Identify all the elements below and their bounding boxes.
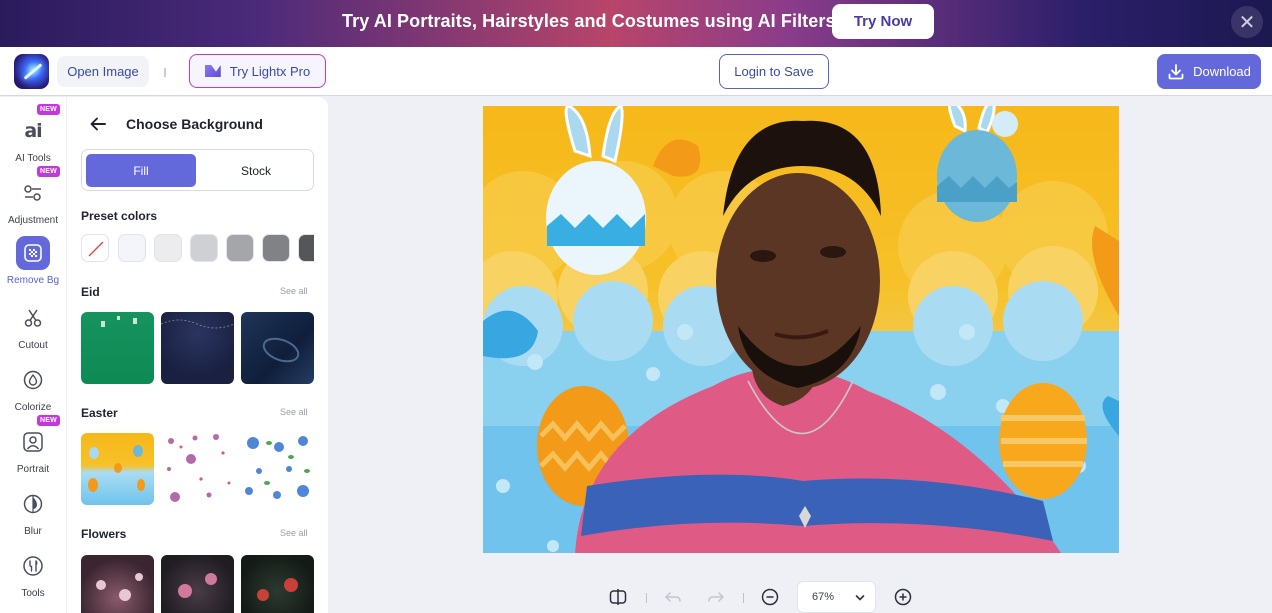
bottom-controls: 67%: [0, 575, 1272, 613]
compare-icon[interactable]: [609, 588, 627, 606]
ai-icon: ai NEW: [16, 104, 60, 148]
tab-fill[interactable]: Fill: [86, 154, 196, 187]
banner-text: Try AI Portraits, Hairstyles and Costume…: [342, 11, 836, 31]
section-title-flowers: Flowers: [81, 527, 127, 541]
scissors-icon: [16, 301, 50, 335]
tool-rail: ai NEW AI Tools NEW Adjustment Remove Bg…: [0, 97, 66, 613]
image-canvas[interactable]: [483, 106, 1119, 553]
rail-label: Cutout: [18, 340, 48, 351]
panel-title: Choose Background: [126, 116, 263, 132]
see-all-eid-link[interactable]: See all: [280, 286, 308, 296]
new-badge: NEW: [37, 166, 60, 177]
background-panel: Choose Background Fill Stock Preset colo…: [67, 97, 328, 613]
promo-banner: Try AI Portraits, Hairstyles and Costume…: [0, 0, 1272, 47]
portrait-icon: NEW: [16, 415, 60, 459]
rail-item-cutout[interactable]: Cutout: [0, 301, 66, 359]
rail-item-portrait[interactable]: NEW Portrait: [0, 415, 66, 483]
eid-thumbnail[interactable]: [81, 312, 154, 384]
close-icon[interactable]: ✕: [1231, 6, 1263, 38]
swatch-none[interactable]: [81, 234, 109, 262]
app-logo[interactable]: [14, 54, 49, 89]
rail-item-remove-bg[interactable]: Remove Bg: [0, 236, 66, 294]
preset-colors-label: Preset colors: [81, 209, 158, 223]
rail-item-blur[interactable]: Blur: [0, 487, 66, 545]
divider: [164, 68, 166, 77]
download-button[interactable]: Download: [1157, 54, 1261, 89]
download-label: Download: [1193, 64, 1251, 79]
login-to-save-button[interactable]: Login to Save: [719, 54, 829, 89]
eid-thumbnail[interactable]: [241, 312, 314, 384]
drop-icon: [16, 363, 50, 397]
easter-thumbnail[interactable]: [241, 433, 314, 505]
swatch-color[interactable]: [154, 234, 182, 262]
rail-label: Adjustment: [7, 215, 59, 226]
edited-photo: [483, 106, 1119, 553]
swatch-color[interactable]: [226, 234, 254, 262]
open-image-button[interactable]: Open Image: [57, 56, 149, 87]
undo-icon[interactable]: [664, 588, 682, 606]
swatch-color[interactable]: [118, 234, 146, 262]
zoom-select[interactable]: 67%: [797, 581, 876, 613]
new-badge: NEW: [37, 415, 60, 426]
top-toolbar: Open Image Try Lightx Pro Login to Save …: [0, 47, 1272, 96]
tab-stock[interactable]: Stock: [202, 154, 310, 187]
rail-item-ai-tools[interactable]: ai NEW AI Tools: [0, 104, 66, 172]
try-pro-button[interactable]: Try Lightx Pro: [189, 54, 326, 88]
easter-thumbnail[interactable]: [81, 433, 154, 505]
redo-icon[interactable]: [707, 588, 725, 606]
rail-label: Remove Bg: [6, 275, 60, 286]
rail-label: AI Tools: [15, 153, 51, 164]
fill-stock-toggle: Fill Stock: [81, 149, 314, 191]
eid-thumbnail[interactable]: [161, 312, 234, 384]
easter-thumbnail[interactable]: [161, 433, 234, 505]
swatch-color[interactable]: [262, 234, 290, 262]
rail-label: Portrait: [16, 464, 50, 475]
section-title-easter: Easter: [81, 406, 118, 420]
divider: [743, 593, 744, 603]
zoom-in-icon[interactable]: [894, 588, 912, 606]
chevron-down-icon: [855, 595, 865, 601]
rail-label: Colorize: [14, 402, 52, 413]
swatch-color[interactable]: [190, 234, 218, 262]
rail-label: Blur: [24, 526, 42, 537]
try-pro-label: Try Lightx Pro: [229, 63, 311, 79]
section-title-eid: Eid: [81, 285, 100, 299]
zoom-level: 67%: [812, 591, 835, 603]
swatch-color[interactable]: [298, 234, 314, 262]
download-icon: [1168, 63, 1184, 79]
divider: [646, 593, 647, 603]
adjustment-icon: NEW: [16, 166, 60, 210]
crown-icon: [204, 65, 221, 77]
rail-item-colorize[interactable]: Colorize: [0, 363, 66, 421]
blur-icon: [16, 487, 50, 521]
new-badge: NEW: [37, 104, 60, 115]
remove-bg-icon: [16, 236, 50, 270]
see-all-flowers-link[interactable]: See all: [280, 528, 308, 538]
rail-item-adjustment[interactable]: NEW Adjustment: [0, 166, 66, 234]
see-all-easter-link[interactable]: See all: [280, 407, 308, 417]
preset-swatches: [81, 234, 314, 262]
try-now-button[interactable]: Try Now: [832, 4, 934, 39]
zoom-out-icon[interactable]: [761, 588, 779, 606]
back-arrow-icon[interactable]: [88, 114, 108, 134]
